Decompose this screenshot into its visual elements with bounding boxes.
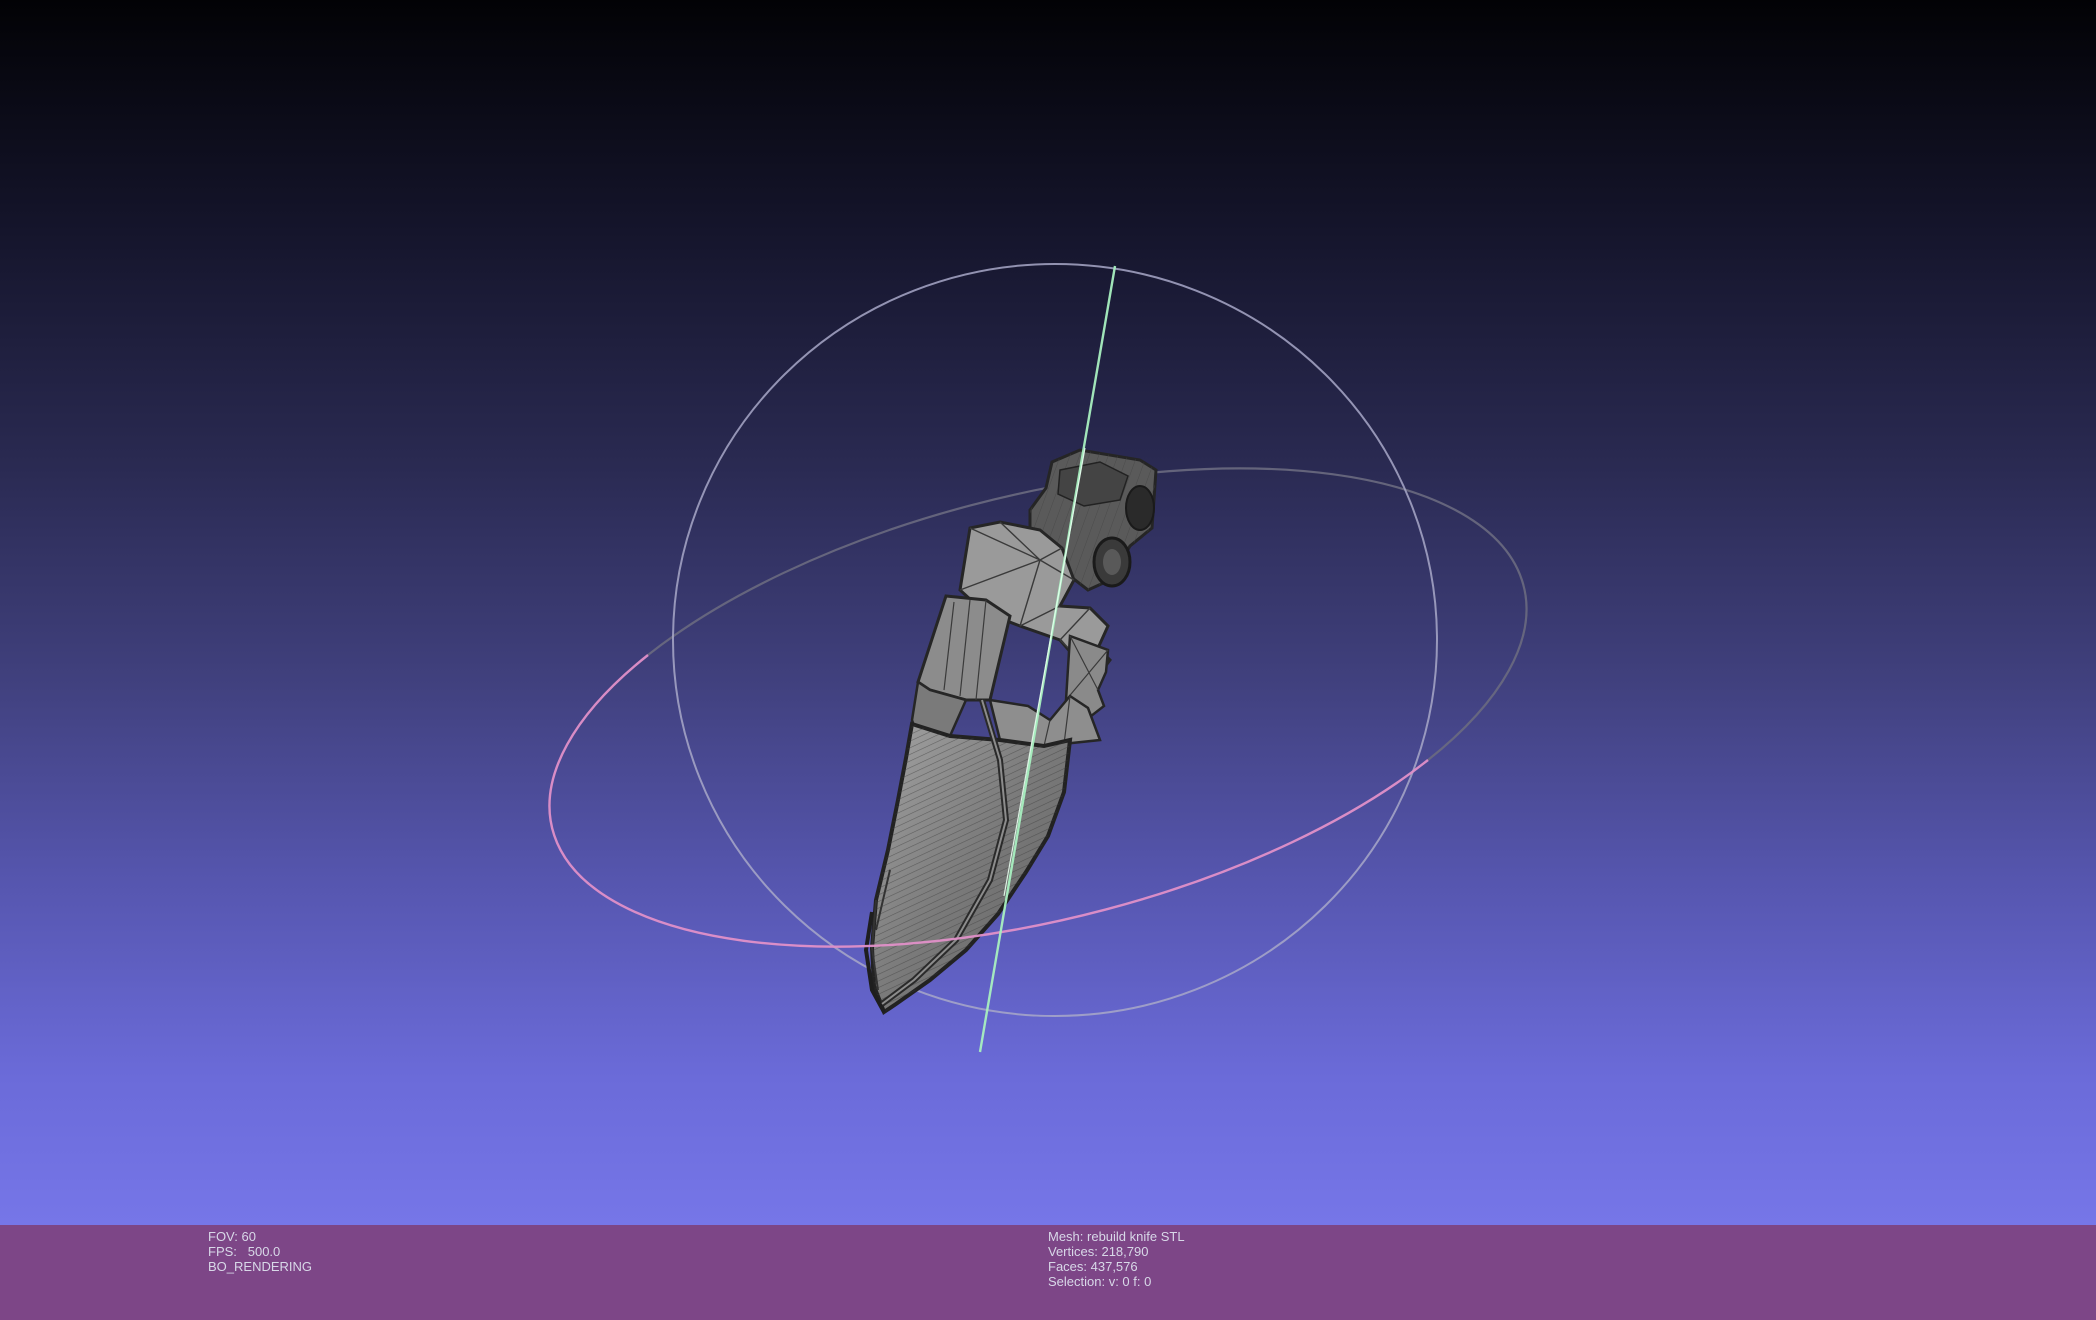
fov-label: FOV: 60 xyxy=(208,1229,256,1244)
vertex-count-label: Vertices: 218,790 xyxy=(1048,1244,1149,1259)
render-mode-label: BO_RENDERING xyxy=(208,1259,313,1274)
3d-viewport[interactable] xyxy=(0,0,2096,1225)
mesh-name-label: Mesh: rebuild knife STL xyxy=(1048,1229,1185,1244)
fps-label: FPS: 500.0 xyxy=(208,1244,281,1259)
selection-label: Selection: v: 0 f: 0 xyxy=(1048,1274,1152,1289)
knife-mesh[interactable] xyxy=(863,448,1158,1016)
scene-canvas[interactable] xyxy=(0,0,2096,1225)
render-info: FOV: 60 FPS: 500.0 BO_RENDERING xyxy=(208,1229,312,1274)
face-count-label: Faces: 437,576 xyxy=(1048,1259,1138,1274)
knife-blade xyxy=(863,699,1073,1016)
status-bar: FOV: 60 FPS: 500.0 BO_RENDERING Mesh: re… xyxy=(0,1225,2096,1320)
trackball-vertical-ring xyxy=(672,263,1438,1017)
mesh-info: Mesh: rebuild knife STL Vertices: 218,79… xyxy=(1048,1229,1185,1289)
meshlab-window: FOV: 60 FPS: 500.0 BO_RENDERING Mesh: re… xyxy=(0,0,2096,1320)
